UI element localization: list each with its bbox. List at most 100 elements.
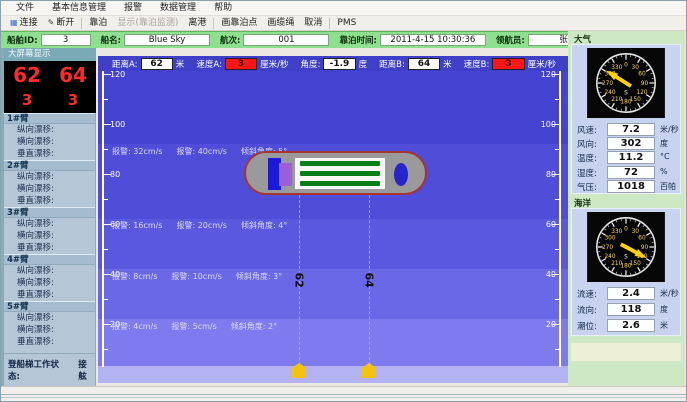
toolbar-button-1[interactable]: ✎断开 [43,17,80,30]
ship-graphic[interactable] [244,151,427,195]
ocean-row-label: 流速: [577,288,597,300]
drift-item: 横向漂移: [4,230,95,242]
weather-row-0: 风速:7.2米/秒 [572,123,682,136]
ship-info-label: 船名: [101,34,121,46]
databar-unit-3: 米 [443,58,452,70]
compass-number: 330 [611,65,622,71]
ocean-row-0: 流速:2.4米/秒 [572,287,682,300]
toolbar-button-7[interactable]: 取消 [299,17,327,30]
ship-info-field-0: 船舶ID:3 [7,34,91,46]
weather-row-value[interactable]: 302 [607,137,655,150]
alarm-speed-a: 报警: 8cm/s [112,272,157,281]
scale-label-right: 40 [532,271,556,279]
menu-item-2[interactable]: 报警 [115,1,151,15]
ocean-panel: 0306090120150180210240270300330S 流速:2.4米… [571,208,681,336]
scale-tick [555,149,559,150]
wind-direction-gauge: 0306090120150180210240270300330S [586,48,666,118]
weather-row-label: 风速: [577,124,597,136]
scale-label-right: 20 [532,321,556,329]
drift-item: 纵向漂移: [4,171,95,183]
ocean-row-value[interactable]: 2.6 [607,319,655,332]
scale-tick [555,99,559,100]
databar-label-2: 角度: [300,58,320,70]
weather-row-unit: % [660,167,668,176]
scale-tick [104,349,108,350]
environment-column: 大气 0306090120150180210240270300330S 风速:7… [568,31,685,386]
weather-row-value[interactable]: 72 [607,166,655,179]
compass-number: 270 [602,81,613,87]
toolbar-button-2[interactable]: 靠泊 [84,17,112,30]
scale-ruler-right [559,71,561,367]
databar-label-1: 速度A: [196,58,222,70]
toolbar-button-6[interactable]: 画缆绳 [262,17,299,30]
ship-info-value[interactable]: 2011-4-15 10:30:36 [380,34,486,46]
weather-row-2: 温度:11.2°C [572,151,682,164]
drift-item: 横向漂移: [4,136,95,148]
display-speed-b: 3 [68,91,78,109]
toolbar-button-0[interactable]: ▦连接 [5,17,43,30]
ocean-row-value[interactable]: 118 [607,303,655,316]
toolbar-button-5[interactable]: 画靠泊点 [216,17,262,30]
ocean-row-unit: 度 [660,304,668,315]
toolbar-separator [81,18,82,29]
toolbar-button-8[interactable]: PMS [332,17,361,30]
ship-info-value[interactable]: Blue Sky [124,34,210,46]
distance-marker-label-0: 62 [293,273,306,287]
menu-item-3[interactable]: 数据管理 [151,1,205,15]
ship-info-field-3: 靠泊时间:2011-4-15 10:30:36 [339,34,485,46]
scale-label-left: 100 [110,121,125,129]
toolbar-button-label: 连接 [20,17,38,30]
ship-cargo-area [294,157,386,190]
drift-item: 横向漂移: [4,183,95,195]
compass-number: 0 [624,226,628,232]
scale-tick [104,299,108,300]
menu-item-1[interactable]: 基本信息管理 [43,1,115,15]
scale-tick [104,249,108,250]
drift-group-header-1: 2#臂 [4,160,95,171]
alarm-speed-b: 报警: 40cm/s [176,147,226,156]
scale-label-right: 60 [532,221,556,229]
ship-info-label: 船舶ID: [7,34,38,46]
weather-row-1: 风向:302度 [572,137,682,150]
cargo-stripe [300,171,380,176]
databar-unit-2: 度 [359,58,368,70]
ocean-row-value[interactable]: 2.4 [607,287,655,300]
weather-row-label: 温度: [577,152,597,164]
weather-row-label: 气压: [577,181,597,193]
app-window: 文件基本信息管理报警数据管理帮助 ▦连接✎断开靠泊显示(靠泊监测)离港画靠泊点画… [0,0,687,402]
weather-row-value[interactable]: 1018 [607,180,655,193]
compass-number: 210 [611,97,622,103]
compass-number: 0 [624,62,628,68]
scale-tick [555,349,559,350]
berthing-main-area: 距离A:62米速度A:3厘米/秒角度:-1.9度距离B:64米速度B:3厘米/秒… [98,56,568,383]
ship-info-value[interactable]: 001 [243,34,329,46]
ocean-row-label: 潮位: [577,320,597,332]
status-groove [1,394,687,395]
compass-number: 210 [611,261,622,267]
databar-unit-1: 厘米/秒 [260,58,288,70]
distance-marker-label-1: 64 [363,273,376,287]
toolbar-button-4[interactable]: 离港 [183,17,211,30]
current-direction-gauge: 0306090120150180210240270300330S [586,212,666,282]
drift-group-header-3: 4#臂 [4,254,95,265]
plot-zone-band-0 [98,71,568,144]
weather-row-value[interactable]: 11.2 [607,151,655,164]
compass-number: 30 [632,229,640,235]
ship-info-value[interactable]: 3 [41,34,91,46]
alarm-speed-b: 报警: 5cm/s [171,322,216,331]
berthing-plot: 1201008060402012010080604020报警: 32cm/s报警… [98,71,568,383]
compass-number: 240 [604,254,615,260]
toolbar-button-label: 靠泊 [89,17,107,30]
ocean-row-unit: 米 [660,320,668,331]
scale-tick [555,299,559,300]
toolbar-button-label: 断开 [56,17,74,30]
menu-item-0[interactable]: 文件 [7,1,43,15]
databar-value-2: -1.9 [323,58,355,70]
compass-number: 300 [604,236,615,242]
drift-item: 横向漂移: [4,324,95,336]
weather-row-value[interactable]: 7.2 [607,123,655,136]
menu-item-4[interactable]: 帮助 [205,1,241,15]
ship-info-bar: 船舶ID:3船名:Blue Sky航次:001靠泊时间:2011-4-15 10… [1,31,568,48]
weather-row-unit: 百帕 [660,181,676,192]
alarm-speed-b: 报警: 10cm/s [171,272,221,281]
